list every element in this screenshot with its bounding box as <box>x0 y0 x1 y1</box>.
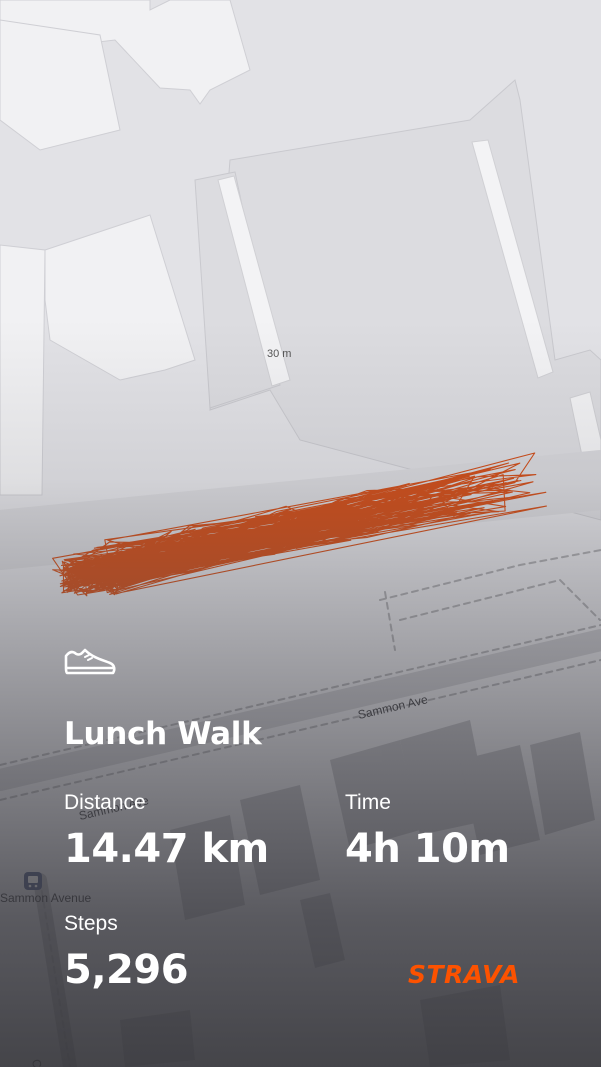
distance-value: 14.47 km <box>64 826 269 872</box>
steps-label: Steps <box>64 912 118 935</box>
bus-stop-icon[interactable] <box>24 872 42 890</box>
street-label-sammon-avenue: Sammon Avenue <box>0 891 91 905</box>
time-label: Time <box>345 791 391 814</box>
route-dense-cluster <box>66 563 114 583</box>
time-value: 4h 10m <box>345 826 510 872</box>
street-label-vertical: Ccy <box>29 1058 46 1067</box>
map-scale-label: 30 m <box>267 348 291 360</box>
strava-logo: STRAVA <box>408 960 520 989</box>
steps-value: 5,296 <box>64 947 189 993</box>
shoe-icon <box>64 648 116 675</box>
activity-title: Lunch Walk <box>64 716 262 752</box>
distance-label: Distance <box>64 791 146 814</box>
map-background[interactable]: 30 m Sammon Ave Sammon Ave Sammon Avenue… <box>0 0 601 1067</box>
